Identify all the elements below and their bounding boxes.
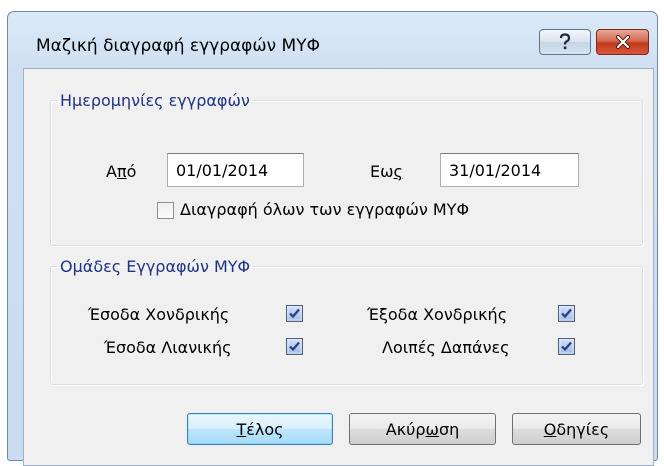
checkmark-icon — [289, 308, 300, 319]
from-label-text-end: ό — [126, 162, 137, 181]
help-button-mnemonic: Ο — [543, 419, 557, 439]
dates-group-legend: Ημερομηνίες εγγραφών — [60, 91, 250, 110]
wholesale-expense-label: Έξοδα Χονδρικής — [367, 305, 508, 324]
window-title: Μαζική διαγραφή εγγραφών ΜΥΦ — [36, 36, 320, 56]
wholesale-income-label: Έσοδα Χονδρικής — [88, 305, 230, 324]
to-label: Εως — [370, 162, 403, 181]
finish-button-mnemonic: Τ — [236, 419, 247, 439]
delete-all-label: Διαγραφή όλων των εγγραφών ΜΥΦ — [180, 200, 470, 219]
delete-all-checkbox[interactable] — [157, 202, 174, 219]
other-expenses-label: Λοιπές Δαπάνες — [382, 338, 510, 357]
help-button-label: δηγίες — [556, 419, 610, 439]
retail-income-label: Έσοδα Λιανικής — [104, 338, 232, 357]
from-label: Από — [106, 162, 136, 181]
cancel-button-label-end: ση — [438, 419, 460, 439]
help-title-button[interactable] — [539, 29, 591, 55]
cancel-button-mnemonic: ω — [425, 419, 439, 439]
from-label-mnemonic: π — [116, 162, 127, 181]
to-label-mnemonic: ς — [393, 162, 403, 181]
dialog-window: Μαζική διαγραφή εγγραφών ΜΥΦ Ημερομηνίες… — [7, 11, 658, 466]
question-mark-icon — [559, 33, 571, 50]
checkmark-icon — [561, 308, 572, 319]
to-date-input[interactable] — [440, 153, 579, 187]
groups-group-legend: Ομάδες Εγγραφών ΜΥΦ — [60, 257, 251, 276]
from-label-text: Α — [106, 162, 117, 181]
wholesale-income-checkbox[interactable] — [286, 305, 303, 322]
help-button[interactable]: Οδηγίες — [512, 413, 641, 445]
finish-button-label: έλος — [246, 419, 284, 439]
checkmark-icon — [289, 341, 300, 352]
dialog-client-area: Ημερομηνίες εγγραφών Από Εως Διαγραφή όλ… — [23, 68, 654, 466]
cancel-button-label: Ακύρ — [385, 419, 426, 439]
checkmark-icon — [561, 341, 572, 352]
close-button[interactable] — [596, 29, 649, 55]
finish-button[interactable]: Τέλος — [187, 413, 333, 445]
to-label-text: Εω — [370, 162, 394, 181]
other-expenses-checkbox[interactable] — [558, 338, 575, 355]
wholesale-expense-checkbox[interactable] — [558, 305, 575, 322]
from-date-input[interactable] — [167, 153, 304, 187]
retail-income-checkbox[interactable] — [286, 338, 303, 355]
close-icon — [615, 35, 630, 49]
cancel-button[interactable]: Ακύρ ω ση — [349, 413, 496, 445]
